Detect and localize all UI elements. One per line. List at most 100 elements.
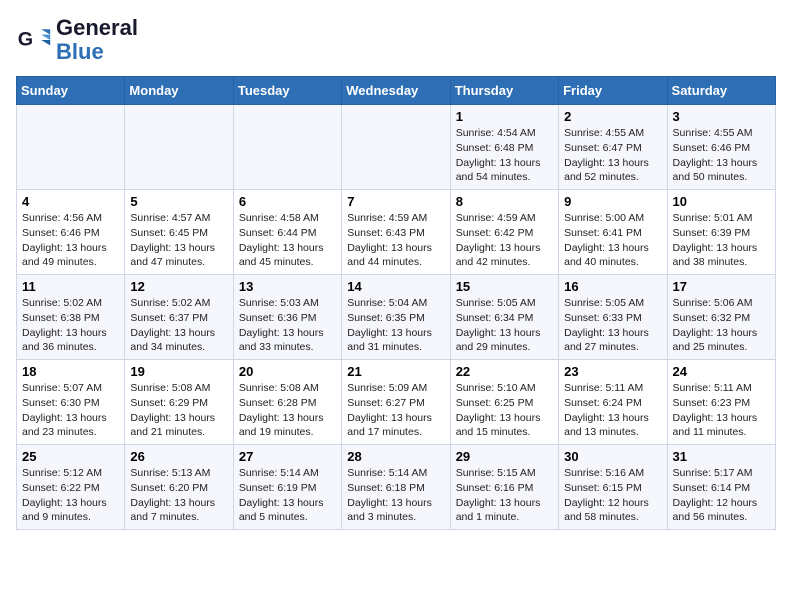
day-info: Sunrise: 5:14 AM Sunset: 6:18 PM Dayligh…: [347, 466, 444, 525]
day-number: 7: [347, 194, 444, 209]
day-info: Sunrise: 5:12 AM Sunset: 6:22 PM Dayligh…: [22, 466, 119, 525]
day-number: 23: [564, 364, 661, 379]
day-number: 27: [239, 449, 336, 464]
calendar-cell: 21 Sunrise: 5:09 AM Sunset: 6:27 PM Dayli…: [342, 360, 450, 445]
day-number: 4: [22, 194, 119, 209]
week-row-1: 1 Sunrise: 4:54 AM Sunset: 6:48 PM Daylig…: [17, 105, 776, 190]
calendar-cell: 27Sunrise: 5:14 AM Sunset: 6:19 PM Dayli…: [233, 445, 341, 530]
svg-text:G: G: [18, 29, 33, 51]
day-number: 2: [564, 109, 661, 124]
day-info: Sunrise: 5:13 AM Sunset: 6:20 PM Dayligh…: [130, 466, 227, 525]
day-number: 19: [130, 364, 227, 379]
calendar-cell: 31 Sunrise: 5:17 AM Sunset: 6:14 PM Dayli…: [667, 445, 775, 530]
day-number: 29: [456, 449, 553, 464]
header-tuesday: Tuesday: [233, 77, 341, 105]
day-number: 15: [456, 279, 553, 294]
day-number: 5: [130, 194, 227, 209]
day-info: Sunrise: 5:16 AM Sunset: 6:15 PM Dayligh…: [564, 466, 661, 525]
day-number: 21: [347, 364, 444, 379]
calendar-cell: 6 Sunrise: 4:58 AM Sunset: 6:44 PM Daylig…: [233, 190, 341, 275]
day-info: Sunrise: 5:05 AM Sunset: 6:33 PM Dayligh…: [564, 296, 661, 355]
day-info: Sunrise: 5:11 AM Sunset: 6:24 PM Dayligh…: [564, 381, 661, 440]
day-info: Sunrise: 5:02 AM Sunset: 6:38 PM Dayligh…: [22, 296, 119, 355]
calendar-cell: 5 Sunrise: 4:57 AM Sunset: 6:45 PM Daylig…: [125, 190, 233, 275]
calendar-cell: 11 Sunrise: 5:02 AM Sunset: 6:38 PM Dayli…: [17, 275, 125, 360]
day-number: 25: [22, 449, 119, 464]
day-info: Sunrise: 5:07 AM Sunset: 6:30 PM Dayligh…: [22, 381, 119, 440]
calendar-cell: 23 Sunrise: 5:11 AM Sunset: 6:24 PM Dayli…: [559, 360, 667, 445]
day-number: 26: [130, 449, 227, 464]
day-number: 28: [347, 449, 444, 464]
header-sunday: Sunday: [17, 77, 125, 105]
day-number: 31: [673, 449, 770, 464]
calendar-cell: 28 Sunrise: 5:14 AM Sunset: 6:18 PM Dayli…: [342, 445, 450, 530]
calendar-cell: 17 Sunrise: 5:06 AM Sunset: 6:32 PM Dayli…: [667, 275, 775, 360]
day-number: 17: [673, 279, 770, 294]
day-number: 9: [564, 194, 661, 209]
day-info: Sunrise: 4:58 AM Sunset: 6:44 PM Dayligh…: [239, 211, 336, 270]
day-info: Sunrise: 5:03 AM Sunset: 6:36 PM Dayligh…: [239, 296, 336, 355]
day-number: 20: [239, 364, 336, 379]
day-number: 30: [564, 449, 661, 464]
header-friday: Friday: [559, 77, 667, 105]
calendar-cell: [342, 105, 450, 190]
header-saturday: Saturday: [667, 77, 775, 105]
day-number: 1: [456, 109, 553, 124]
calendar-cell: 1 Sunrise: 4:54 AM Sunset: 6:48 PM Daylig…: [450, 105, 558, 190]
header-row: SundayMondayTuesdayWednesdayThursdayFrid…: [17, 77, 776, 105]
calendar-cell: 16 Sunrise: 5:05 AM Sunset: 6:33 PM Dayli…: [559, 275, 667, 360]
day-number: 18: [22, 364, 119, 379]
day-number: 22: [456, 364, 553, 379]
day-number: 16: [564, 279, 661, 294]
calendar-cell: 19 Sunrise: 5:08 AM Sunset: 6:29 PM Dayli…: [125, 360, 233, 445]
day-number: 24: [673, 364, 770, 379]
day-number: 8: [456, 194, 553, 209]
day-info: Sunrise: 5:08 AM Sunset: 6:29 PM Dayligh…: [130, 381, 227, 440]
calendar-cell: 24 Sunrise: 5:11 AM Sunset: 6:23 PM Dayli…: [667, 360, 775, 445]
day-number: 12: [130, 279, 227, 294]
calendar-cell: 22 Sunrise: 5:10 AM Sunset: 6:25 PM Dayli…: [450, 360, 558, 445]
calendar-cell: 15 Sunrise: 5:05 AM Sunset: 6:34 PM Dayli…: [450, 275, 558, 360]
header-wednesday: Wednesday: [342, 77, 450, 105]
day-info: Sunrise: 5:02 AM Sunset: 6:37 PM Dayligh…: [130, 296, 227, 355]
day-number: 6: [239, 194, 336, 209]
calendar-cell: 18 Sunrise: 5:07 AM Sunset: 6:30 PM Dayli…: [17, 360, 125, 445]
calendar-cell: 2Sunrise: 4:55 AM Sunset: 6:47 PM Daylig…: [559, 105, 667, 190]
page-header: G GeneralBlue: [16, 16, 776, 64]
logo-icon: G: [16, 22, 52, 58]
day-info: Sunrise: 5:11 AM Sunset: 6:23 PM Dayligh…: [673, 381, 770, 440]
calendar-cell: 7 Sunrise: 4:59 AM Sunset: 6:43 PM Daylig…: [342, 190, 450, 275]
day-info: Sunrise: 4:59 AM Sunset: 6:42 PM Dayligh…: [456, 211, 553, 270]
week-row-5: 25 Sunrise: 5:12 AM Sunset: 6:22 PM Dayli…: [17, 445, 776, 530]
day-info: Sunrise: 5:00 AM Sunset: 6:41 PM Dayligh…: [564, 211, 661, 270]
day-info: Sunrise: 5:05 AM Sunset: 6:34 PM Dayligh…: [456, 296, 553, 355]
calendar-cell: 26 Sunrise: 5:13 AM Sunset: 6:20 PM Dayli…: [125, 445, 233, 530]
calendar-table: SundayMondayTuesdayWednesdayThursdayFrid…: [16, 76, 776, 530]
calendar-cell: 4 Sunrise: 4:56 AM Sunset: 6:46 PM Daylig…: [17, 190, 125, 275]
calendar-cell: [125, 105, 233, 190]
day-number: 11: [22, 279, 119, 294]
day-info: Sunrise: 5:09 AM Sunset: 6:27 PM Dayligh…: [347, 381, 444, 440]
day-info: Sunrise: 5:06 AM Sunset: 6:32 PM Dayligh…: [673, 296, 770, 355]
day-info: Sunrise: 5:04 AM Sunset: 6:35 PM Dayligh…: [347, 296, 444, 355]
day-info: Sunrise: 4:56 AM Sunset: 6:46 PM Dayligh…: [22, 211, 119, 270]
day-number: 3: [673, 109, 770, 124]
day-info: Sunrise: 5:10 AM Sunset: 6:25 PM Dayligh…: [456, 381, 553, 440]
day-info: Sunrise: 5:01 AM Sunset: 6:39 PM Dayligh…: [673, 211, 770, 270]
day-number: 10: [673, 194, 770, 209]
week-row-3: 11 Sunrise: 5:02 AM Sunset: 6:38 PM Dayli…: [17, 275, 776, 360]
calendar-cell: 12 Sunrise: 5:02 AM Sunset: 6:37 PM Dayli…: [125, 275, 233, 360]
calendar-cell: 20Sunrise: 5:08 AM Sunset: 6:28 PM Dayli…: [233, 360, 341, 445]
day-info: Sunrise: 4:57 AM Sunset: 6:45 PM Dayligh…: [130, 211, 227, 270]
calendar-cell: 3Sunrise: 4:55 AM Sunset: 6:46 PM Daylig…: [667, 105, 775, 190]
day-info: Sunrise: 4:54 AM Sunset: 6:48 PM Dayligh…: [456, 126, 553, 185]
day-info: Sunrise: 5:17 AM Sunset: 6:14 PM Dayligh…: [673, 466, 770, 525]
logo: G GeneralBlue: [16, 16, 138, 64]
calendar-cell: 25 Sunrise: 5:12 AM Sunset: 6:22 PM Dayli…: [17, 445, 125, 530]
calendar-cell: 8 Sunrise: 4:59 AM Sunset: 6:42 PM Daylig…: [450, 190, 558, 275]
day-info: Sunrise: 4:59 AM Sunset: 6:43 PM Dayligh…: [347, 211, 444, 270]
calendar-cell: 30 Sunrise: 5:16 AM Sunset: 6:15 PM Dayli…: [559, 445, 667, 530]
header-monday: Monday: [125, 77, 233, 105]
calendar-cell: [17, 105, 125, 190]
week-row-2: 4 Sunrise: 4:56 AM Sunset: 6:46 PM Daylig…: [17, 190, 776, 275]
